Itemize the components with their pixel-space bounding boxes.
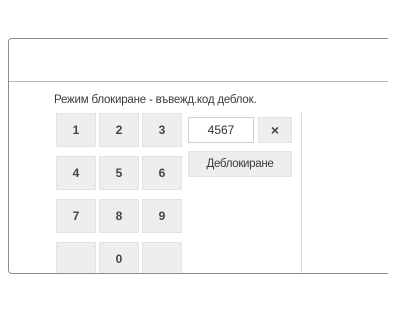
key-9[interactable]: 9: [142, 199, 182, 233]
code-entry-area: 4567 × Деблокиране: [188, 113, 302, 273]
numeric-keypad: 1 2 3 4 5 6 7 8 9 0: [56, 113, 184, 273]
key-2[interactable]: 2: [99, 113, 139, 147]
key-4[interactable]: 4: [56, 156, 96, 190]
unlock-button[interactable]: Деблокиране: [188, 151, 292, 177]
key-8[interactable]: 8: [99, 199, 139, 233]
unlock-panel: Режим блокиране - въвежд.код деблок. 1 2…: [53, 86, 388, 273]
divider: [301, 113, 302, 273]
key-0[interactable]: 0: [99, 242, 139, 273]
key-5[interactable]: 5: [99, 156, 139, 190]
unlock-screen: Режим блокиране - въвежд.код деблок. 1 2…: [8, 38, 388, 274]
key-blank-right[interactable]: [142, 242, 182, 273]
close-icon: ×: [270, 122, 280, 138]
key-3[interactable]: 3: [142, 113, 182, 147]
key-6[interactable]: 6: [142, 156, 182, 190]
panel-title: Режим блокиране - въвежд.код деблок.: [54, 94, 257, 106]
clear-button[interactable]: ×: [258, 117, 292, 143]
code-input[interactable]: 4567: [188, 117, 254, 143]
key-1[interactable]: 1: [56, 113, 96, 147]
header-bar: [9, 39, 388, 82]
key-7[interactable]: 7: [56, 199, 96, 233]
key-blank-left[interactable]: [56, 242, 96, 273]
